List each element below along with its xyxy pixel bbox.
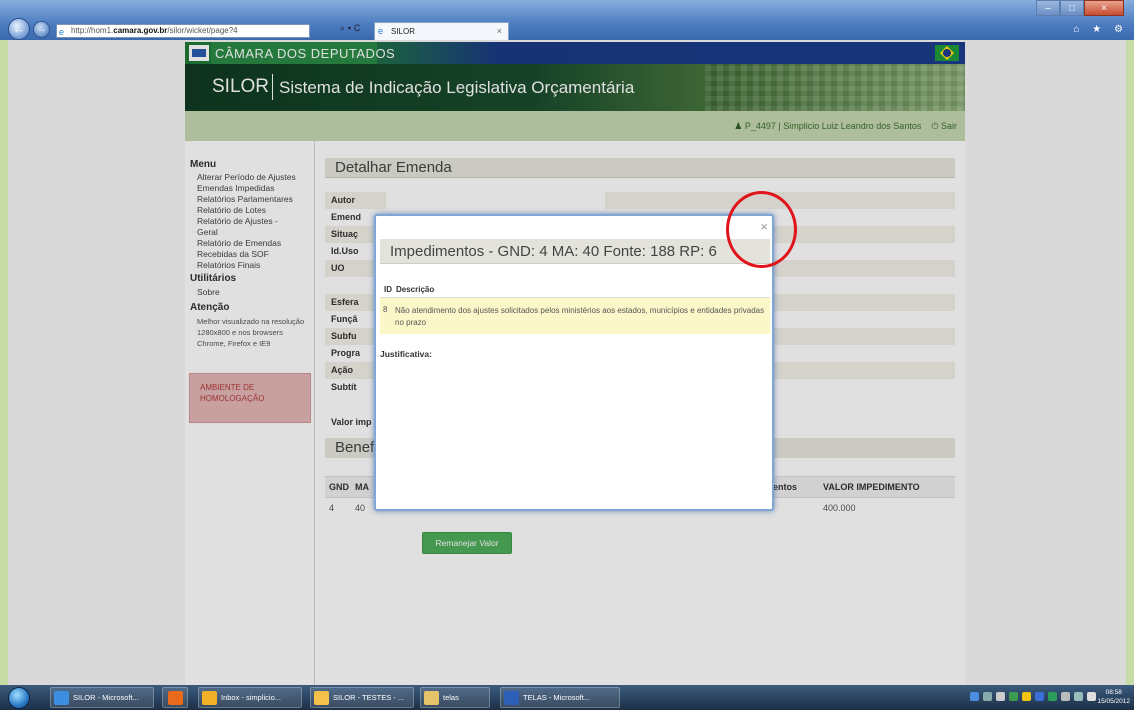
- app-icon[interactable]: [1009, 692, 1018, 701]
- folder-icon: [424, 691, 439, 705]
- address-bar[interactable]: e http://hom1.camara.gov.br/silor/wicket…: [56, 24, 310, 38]
- ie-icon: [54, 691, 69, 705]
- arrow-icon[interactable]: [996, 692, 1005, 701]
- forward-button[interactable]: →: [33, 21, 50, 38]
- address-controls[interactable]: ⌕ ▾ C: [340, 23, 360, 34]
- tab-close-icon[interactable]: ×: [497, 23, 502, 40]
- justificativa-label: Justificativa:: [380, 349, 432, 359]
- address-path: /silor/wicket/page?4: [167, 26, 238, 35]
- modal-title: Impedimentos - GND: 4 MA: 40 Fonte: 188 …: [380, 239, 770, 264]
- language-icon[interactable]: [970, 692, 979, 701]
- modal-table-row: 8 Não atendimento dos ajustes solicitado…: [380, 298, 770, 334]
- app-icon[interactable]: [1035, 692, 1044, 701]
- tab-title: SILOR: [391, 27, 416, 36]
- clock-time: 08:58: [1105, 689, 1122, 696]
- word-icon: [504, 691, 519, 705]
- address-domain: camara.gov.br: [113, 26, 168, 35]
- taskbar-item-outlook[interactable]: Inbox - simplicio...: [198, 687, 302, 708]
- taskbar-label: SILOR - TESTES - ...: [333, 693, 405, 702]
- minimize-button[interactable]: –: [1036, 0, 1060, 16]
- ie-logo-icon: e: [378, 26, 384, 36]
- window-controls: – □ ×: [1036, 0, 1124, 18]
- app-icon[interactable]: [983, 692, 992, 701]
- modal-col-descricao: Descrição: [396, 285, 435, 294]
- taskbar-label: telas: [443, 693, 459, 702]
- annotation-circle: [726, 191, 797, 268]
- modal-col-id: ID: [384, 285, 392, 294]
- media-player-icon: [168, 691, 183, 705]
- back-button[interactable]: ←: [8, 18, 30, 40]
- tab-silor[interactable]: e SILOR ×: [374, 22, 509, 40]
- browser-toolbar: ← → e http://hom1.camara.gov.br/silor/wi…: [0, 0, 1134, 40]
- taskbar-label: TELAS - Microsoft...: [523, 693, 591, 702]
- volume-icon[interactable]: [1087, 692, 1096, 701]
- browser-tools-icons[interactable]: ⌂ ★ ⚙: [1073, 24, 1128, 35]
- start-button[interactable]: [8, 687, 30, 709]
- clock[interactable]: 08:58 15/05/2012: [1097, 688, 1130, 706]
- flag-icon[interactable]: [1061, 692, 1070, 701]
- taskbar-label: Inbox - simplicio...: [221, 693, 282, 702]
- impedimentos-modal: × Impedimentos - GND: 4 MA: 40 Fonte: 18…: [374, 214, 774, 511]
- maximize-button[interactable]: □: [1060, 0, 1084, 16]
- network-icon[interactable]: [1074, 692, 1083, 701]
- taskbar-item-media[interactable]: [162, 687, 188, 708]
- modal-row-id: 8: [383, 305, 388, 314]
- modal-table-header: ID Descrição: [380, 282, 770, 298]
- taskbar-item-silor-testes[interactable]: SILOR - TESTES - ...: [310, 687, 414, 708]
- taskbar-item-silor-ie[interactable]: SILOR - Microsoft...: [50, 687, 154, 708]
- close-window-button[interactable]: ×: [1084, 0, 1124, 16]
- taskbar-item-telas-folder[interactable]: telas: [420, 687, 490, 708]
- mail-icon: [314, 691, 329, 705]
- app-icon[interactable]: [1048, 692, 1057, 701]
- clock-date: 15/05/2012: [1097, 698, 1130, 705]
- outlook-icon: [202, 691, 217, 705]
- ie-logo-icon: e: [59, 27, 65, 37]
- taskbar-label: SILOR - Microsoft...: [73, 693, 139, 702]
- modal-row-description: Não atendimento dos ajustes solicitados …: [395, 306, 765, 327]
- address-prefix: http://hom1.: [71, 26, 114, 35]
- system-tray[interactable]: [970, 692, 1096, 704]
- windows-taskbar: SILOR - Microsoft... Inbox - simplicio..…: [0, 685, 1134, 710]
- taskbar-item-word[interactable]: TELAS - Microsoft...: [500, 687, 620, 708]
- app-icon[interactable]: [1022, 692, 1031, 701]
